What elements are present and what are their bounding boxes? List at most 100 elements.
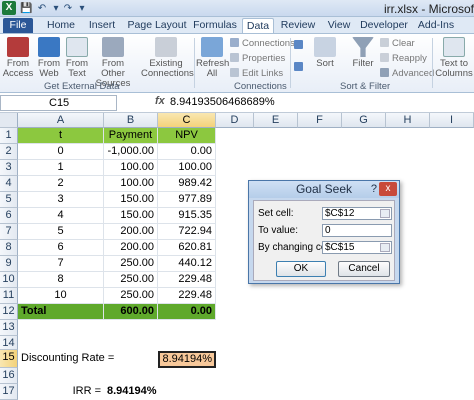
connections-button[interactable]: Connections — [230, 38, 295, 49]
cell-npv[interactable]: 989.42 — [158, 176, 216, 192]
column-header-h[interactable]: H — [386, 113, 430, 128]
column-header-i[interactable]: I — [430, 113, 474, 128]
cell-t[interactable]: 7 — [18, 256, 104, 272]
cell-payment[interactable]: 250.00 — [104, 288, 158, 304]
row-header[interactable]: 15 — [0, 350, 18, 368]
cell-npv[interactable]: 620.81 — [158, 240, 216, 256]
cell-t[interactable]: 1 — [18, 160, 104, 176]
formula-input[interactable]: 8.94193506468689% — [170, 96, 275, 108]
row-header[interactable]: 10 — [0, 272, 18, 288]
row-header[interactable]: 8 — [0, 240, 18, 256]
table-header-t[interactable]: t — [18, 128, 104, 144]
close-icon[interactable]: x — [379, 182, 397, 196]
cell-t[interactable]: 2 — [18, 176, 104, 192]
cell-npv[interactable]: 229.48 — [158, 288, 216, 304]
row-header[interactable]: 6 — [0, 208, 18, 224]
table-header-npv[interactable]: NPV — [158, 128, 216, 144]
cell-t[interactable]: 3 — [18, 192, 104, 208]
cell-payment[interactable]: -1,000.00 — [104, 144, 158, 160]
irr-label[interactable]: IRR = — [18, 384, 104, 400]
tab-file[interactable]: File — [3, 18, 33, 33]
cell-payment[interactable]: 250.00 — [104, 272, 158, 288]
irr-value[interactable]: 8.94194% — [104, 384, 158, 400]
insert-function-icon[interactable]: fx — [155, 95, 165, 107]
row-header[interactable]: 16 — [0, 368, 18, 384]
customize-toolbar-icon[interactable]: ▾ — [78, 2, 86, 15]
tab-data[interactable]: Data — [242, 18, 274, 33]
filter-button[interactable]: Filter — [348, 37, 378, 69]
from-access-button[interactable]: From Access — [2, 37, 34, 79]
row-header[interactable]: 3 — [0, 160, 18, 176]
column-header-d[interactable]: D — [216, 113, 254, 128]
redo-icon[interactable]: ↷ — [62, 2, 74, 15]
cell-npv[interactable]: 440.12 — [158, 256, 216, 272]
cell-npv[interactable]: 100.00 — [158, 160, 216, 176]
tab-review[interactable]: Review — [280, 18, 316, 33]
discount-rate-cell[interactable]: 8.94194% — [158, 351, 216, 368]
row-header[interactable]: 5 — [0, 192, 18, 208]
column-header-a[interactable]: A — [18, 113, 104, 128]
to-value-input[interactable]: 0 — [322, 224, 392, 237]
tab-developer[interactable]: Developer — [360, 18, 408, 33]
existing-connections-button[interactable]: Existing Connections — [141, 37, 194, 79]
row-header[interactable]: 13 — [0, 320, 18, 336]
worksheet-grid[interactable]: A B C D E F G H I 1 2 3 4 5 6 7 8 9 10 1… — [0, 113, 474, 400]
cell-t[interactable]: 5 — [18, 224, 104, 240]
cell-payment[interactable]: 150.00 — [104, 192, 158, 208]
cell-payment[interactable]: 100.00 — [104, 160, 158, 176]
cell-npv[interactable]: 722.94 — [158, 224, 216, 240]
row-header[interactable]: 17 — [0, 384, 18, 400]
total-npv[interactable]: 0.00 — [158, 304, 216, 320]
column-header-b[interactable]: B — [104, 113, 158, 128]
cell-t[interactable]: 0 — [18, 144, 104, 160]
sort-za-button[interactable] — [294, 62, 306, 73]
save-icon[interactable]: 💾 — [20, 2, 32, 15]
cell-payment[interactable]: 150.00 — [104, 208, 158, 224]
row-header[interactable]: 14 — [0, 336, 18, 350]
advanced-button[interactable]: Advanced — [380, 68, 434, 79]
row-header[interactable]: 4 — [0, 176, 18, 192]
column-header-g[interactable]: G — [342, 113, 386, 128]
from-web-button[interactable]: From Web — [34, 37, 64, 79]
cell-npv[interactable]: 915.35 — [158, 208, 216, 224]
cell-t[interactable]: 10 — [18, 288, 104, 304]
tab-home[interactable]: Home — [44, 18, 78, 33]
row-header[interactable]: 7 — [0, 224, 18, 240]
name-box[interactable]: C15 — [0, 95, 117, 111]
cell-payment[interactable]: 250.00 — [104, 256, 158, 272]
row-header[interactable]: 2 — [0, 144, 18, 160]
cell-t[interactable]: 4 — [18, 208, 104, 224]
changing-cell-input[interactable]: $C$15 — [322, 241, 392, 254]
properties-button[interactable]: Properties — [230, 53, 285, 64]
undo-icon[interactable]: ↶ — [36, 2, 48, 15]
cell-t[interactable]: 6 — [18, 240, 104, 256]
tab-formulas[interactable]: Formulas — [192, 18, 238, 33]
help-icon[interactable]: ? — [371, 183, 377, 195]
total-label[interactable]: Total — [18, 304, 104, 320]
ok-button[interactable]: OK — [276, 261, 326, 277]
column-header-f[interactable]: F — [298, 113, 342, 128]
row-header[interactable]: 1 — [0, 128, 18, 144]
total-payment[interactable]: 600.00 — [104, 304, 158, 320]
reapply-button[interactable]: Reapply — [380, 53, 427, 64]
refresh-all-button[interactable]: Refresh All — [196, 37, 229, 79]
collapse-dialog-icon[interactable] — [380, 209, 390, 218]
tab-page-layout[interactable]: Page Layout — [126, 18, 188, 33]
text-to-columns-button[interactable]: Text to Columns — [435, 37, 473, 79]
cell-payment[interactable]: 100.00 — [104, 176, 158, 192]
tab-view[interactable]: View — [324, 18, 354, 33]
tab-insert[interactable]: Insert — [84, 18, 120, 33]
column-header-e[interactable]: E — [254, 113, 298, 128]
select-all-corner[interactable] — [0, 113, 18, 128]
collapse-dialog-icon[interactable] — [380, 243, 390, 252]
discount-rate-label[interactable]: Discounting Rate = — [18, 351, 158, 367]
cell-npv[interactable]: 0.00 — [158, 144, 216, 160]
sort-az-button[interactable] — [294, 40, 306, 51]
set-cell-input[interactable]: $C$12 — [322, 207, 392, 220]
row-header[interactable]: 9 — [0, 256, 18, 272]
edit-links-button[interactable]: Edit Links — [230, 68, 283, 79]
cell-t[interactable]: 8 — [18, 272, 104, 288]
column-header-c[interactable]: C — [158, 113, 216, 128]
cell-payment[interactable]: 200.00 — [104, 240, 158, 256]
sort-button[interactable]: Sort — [312, 37, 338, 69]
